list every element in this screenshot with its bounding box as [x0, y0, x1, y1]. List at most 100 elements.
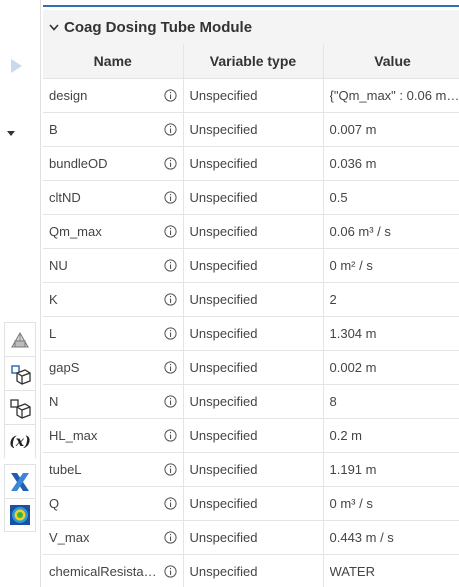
table-row[interactable]: NU Unspecified 0 m² / s — [43, 248, 459, 283]
info-icon[interactable] — [163, 530, 177, 544]
variable-value: 1.191 m — [329, 462, 377, 478]
table-row[interactable]: L Unspecified 1.304 m — [43, 316, 459, 351]
info-icon[interactable] — [163, 496, 177, 510]
value-cell: 0.007 m — [323, 112, 459, 147]
variable-name: chemicalResista… — [49, 564, 157, 580]
table-row[interactable]: gapS Unspecified 0.002 m — [43, 350, 459, 385]
value-cell: 8 — [323, 384, 459, 419]
info-icon[interactable] — [163, 258, 177, 272]
info-icon[interactable] — [163, 224, 177, 238]
table-row[interactable]: K Unspecified 2 — [43, 282, 459, 317]
variable-type: Unspecified — [183, 520, 324, 555]
variable-name: N — [49, 394, 59, 410]
value-cell: WATER — [323, 554, 459, 587]
info-icon[interactable] — [163, 190, 177, 204]
variables-table: Name Variable type Value design Unspecif… — [43, 44, 459, 587]
variable-type: Unspecified — [183, 350, 324, 385]
info-icon[interactable] — [163, 156, 177, 170]
variable-type: Unspecified — [183, 112, 324, 147]
variable-value: 0.002 m — [329, 360, 377, 376]
value-cell: 0.036 m — [323, 146, 459, 181]
caret-down-icon[interactable] — [7, 131, 15, 136]
chevron-down-icon[interactable] — [49, 23, 59, 31]
info-icon[interactable] — [163, 360, 177, 374]
table-row[interactable]: bundleOD Unspecified 0.036 m — [43, 146, 459, 181]
variable-value: 0 m² / s — [329, 258, 373, 274]
table-row[interactable]: HL_max Unspecified 0.2 m — [43, 418, 459, 453]
variable-value: 0 m³ / s — [329, 496, 373, 512]
simulation-button[interactable] — [4, 498, 36, 532]
variable-type: Unspecified — [183, 452, 324, 487]
info-icon[interactable] — [163, 564, 177, 578]
part-studio-button[interactable] — [4, 322, 36, 356]
variable-name: cltND — [49, 190, 81, 206]
variable-name: gapS — [49, 360, 80, 376]
name-cell: NU — [43, 248, 184, 283]
value-cell: 0 m³ / s — [323, 486, 459, 521]
variable-name: Qm_max — [49, 224, 102, 240]
variable-type: Unspecified — [183, 248, 324, 283]
variable-name: Q — [49, 496, 60, 512]
value-cell: 0.06 m³ / s — [323, 214, 459, 249]
value-cell: 0 m² / s — [323, 248, 459, 283]
info-icon[interactable] — [163, 292, 177, 306]
info-icon[interactable] — [163, 394, 177, 408]
table-row[interactable]: cltND Unspecified 0.5 — [43, 180, 459, 215]
info-icon[interactable] — [163, 462, 177, 476]
assembly-alt-icon — [10, 398, 31, 419]
table-row[interactable]: B Unspecified 0.007 m — [43, 112, 459, 147]
variable-type: Unspecified — [183, 214, 324, 249]
part-studio-icon — [11, 331, 29, 347]
name-cell: cltND — [43, 180, 184, 215]
column-header-type[interactable]: Variable type — [183, 44, 324, 79]
x-app-button[interactable] — [4, 464, 36, 498]
column-header-value[interactable]: Value — [323, 44, 459, 79]
name-cell: Q — [43, 486, 184, 521]
table-row[interactable]: design Unspecified {"Qm_max" : 0.06 m… — [43, 78, 459, 113]
info-icon[interactable] — [163, 326, 177, 340]
module-title: Coag Dosing Tube Module — [64, 18, 253, 36]
table-row[interactable]: Q Unspecified 0 m³ / s — [43, 486, 459, 521]
name-cell: bundleOD — [43, 146, 184, 181]
variables-panel: Coag Dosing Tube Module Name Variable ty… — [40, 0, 459, 587]
variable-value: 0.06 m³ / s — [329, 224, 391, 240]
value-cell: 0.443 m / s — [323, 520, 459, 555]
name-cell: chemicalResista… — [43, 554, 184, 587]
table-row[interactable]: tubeL Unspecified 1.191 m — [43, 452, 459, 487]
info-icon[interactable] — [163, 88, 177, 102]
table-row[interactable]: V_max Unspecified 0.443 m / s — [43, 520, 459, 555]
variable-value: 2 — [329, 292, 337, 308]
assembly-alt-button[interactable] — [4, 390, 36, 424]
name-cell: L — [43, 316, 184, 351]
value-cell: 1.304 m — [323, 316, 459, 351]
variable-value: 0.2 m — [329, 428, 363, 444]
name-cell: tubeL — [43, 452, 184, 487]
variable-type: Unspecified — [183, 418, 324, 453]
name-cell: V_max — [43, 520, 184, 555]
table-row[interactable]: Qm_max Unspecified 0.06 m³ / s — [43, 214, 459, 249]
assembly-button[interactable] — [4, 356, 36, 390]
info-icon[interactable] — [163, 122, 177, 136]
variable-type: Unspecified — [183, 282, 324, 317]
variable-type: Unspecified — [183, 316, 324, 351]
variable-name: HL_max — [49, 428, 98, 444]
variable-value: 8 — [329, 394, 337, 410]
variable-name: B — [49, 122, 58, 138]
table-row[interactable]: chemicalResista… Unspecified WATER — [43, 554, 459, 587]
variable-name: K — [49, 292, 58, 308]
variable-value: 0.007 m — [329, 122, 377, 138]
variable-name: L — [49, 326, 57, 342]
module-header[interactable]: Coag Dosing Tube Module — [43, 10, 459, 45]
variable-value: WATER — [329, 564, 376, 580]
variable-type: Unspecified — [183, 180, 324, 215]
x-app-icon — [11, 472, 29, 491]
value-cell: 0.5 — [323, 180, 459, 215]
variable-studio-button[interactable]: (x) — [4, 424, 36, 458]
table-row[interactable]: N Unspecified 8 — [43, 384, 459, 419]
info-icon[interactable] — [163, 428, 177, 442]
variable-value: {"Qm_max" : 0.06 m… — [329, 88, 459, 104]
expand-panel-icon[interactable] — [9, 58, 23, 74]
column-header-name[interactable]: Name — [43, 44, 184, 79]
name-cell: K — [43, 282, 184, 317]
variable-name: V_max — [49, 530, 90, 546]
